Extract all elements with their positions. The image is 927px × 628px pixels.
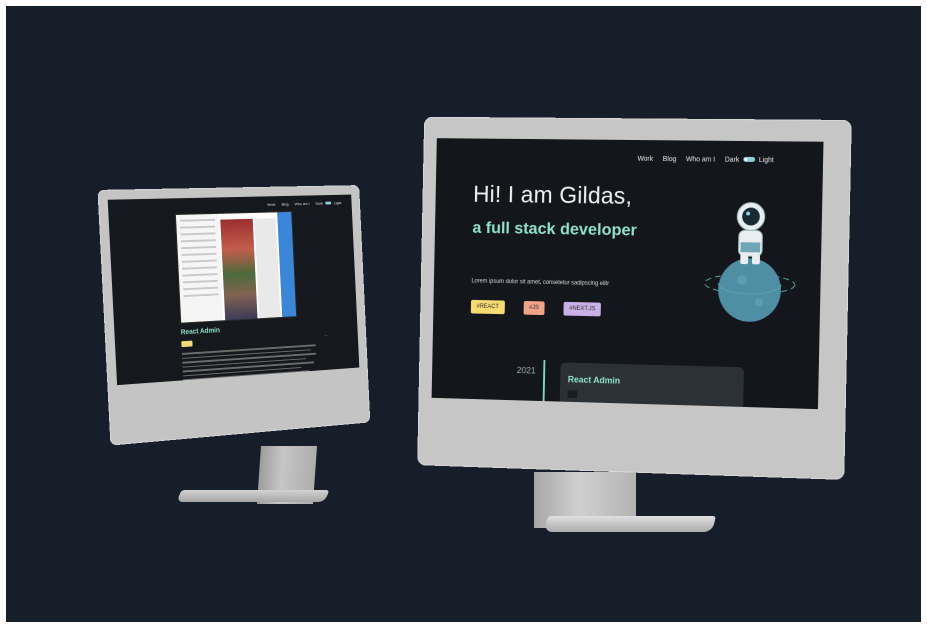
left-nav: Work Blog Who am I Dark Light bbox=[267, 200, 341, 206]
light-label: Light bbox=[759, 157, 774, 164]
screenshot-images bbox=[220, 219, 257, 320]
nav-blog[interactable]: Blog bbox=[663, 156, 677, 163]
screenshot-sidebar bbox=[176, 214, 224, 323]
hero-description: Lorem ipsum dolor sit amet, consetetur s… bbox=[471, 278, 609, 287]
mockup-scene: Work Blog Who am I Dark Light React Admi… bbox=[6, 6, 921, 622]
tag-react[interactable]: #REACT bbox=[471, 300, 505, 314]
hero-subtitle: a full stack developer bbox=[472, 218, 637, 240]
project-card[interactable]: React Admin bbox=[559, 362, 744, 409]
right-monitor: Work Blog Who am I Dark Light Hi! I am G… bbox=[417, 117, 852, 480]
project-date: — bbox=[325, 333, 328, 337]
timeline-year: 2021 bbox=[517, 365, 536, 375]
nav-work[interactable]: Work bbox=[637, 156, 653, 163]
tag-js[interactable]: #JS bbox=[523, 301, 544, 315]
screenshot-panel bbox=[277, 212, 296, 317]
theme-switch[interactable]: Dark Light bbox=[315, 200, 341, 205]
tag-nextjs[interactable]: #NEXT.JS bbox=[563, 302, 601, 317]
right-nav: Work Blog Who am I Dark Light bbox=[637, 156, 773, 164]
nav-who[interactable]: Who am I bbox=[686, 156, 715, 163]
screenshot-calendar bbox=[254, 218, 280, 318]
project-screenshot bbox=[175, 211, 297, 324]
theme-toggle-icon[interactable] bbox=[325, 202, 331, 205]
project-description bbox=[182, 344, 317, 385]
project-title: React Admin bbox=[181, 327, 220, 336]
astronaut-illustration bbox=[702, 178, 799, 327]
light-label: Light bbox=[334, 200, 342, 205]
left-screen: Work Blog Who am I Dark Light React Admi… bbox=[108, 195, 360, 386]
right-monitor-foot bbox=[544, 516, 716, 532]
nav-work[interactable]: Work bbox=[267, 202, 275, 207]
dark-label: Dark bbox=[725, 157, 740, 164]
dark-label: Dark bbox=[315, 201, 322, 206]
nav-blog[interactable]: Blog bbox=[281, 202, 288, 207]
theme-switch[interactable]: Dark Light bbox=[725, 157, 774, 164]
left-monitor-foot bbox=[177, 490, 330, 502]
project-card-title: React Admin bbox=[568, 374, 621, 385]
nav-who[interactable]: Who am I bbox=[295, 201, 310, 206]
hero-greeting: Hi! I am Gildas, bbox=[473, 181, 633, 211]
left-monitor: Work Blog Who am I Dark Light React Admi… bbox=[97, 185, 370, 445]
skill-tags: #REACT #JS #NEXT.JS bbox=[471, 300, 602, 317]
project-card-thumb bbox=[567, 390, 577, 398]
timeline-line bbox=[542, 360, 545, 409]
project-tag bbox=[181, 341, 192, 348]
theme-toggle-icon[interactable] bbox=[743, 157, 755, 162]
right-screen: Work Blog Who am I Dark Light Hi! I am G… bbox=[432, 138, 824, 409]
